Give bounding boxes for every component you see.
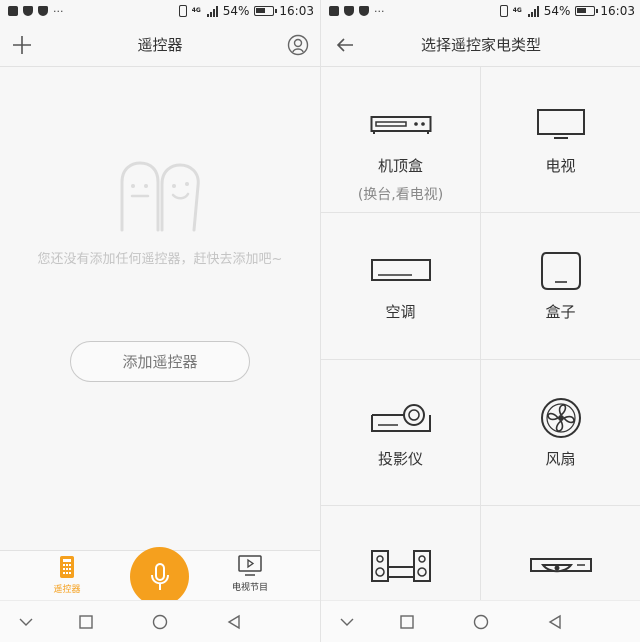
category-label: 盒子 (545, 303, 576, 321)
nav-hide-button[interactable] (337, 612, 357, 632)
back-button[interactable] (323, 22, 367, 67)
network-type: 4G (512, 7, 522, 14)
tv-play-icon (238, 555, 262, 576)
add-button[interactable] (0, 22, 44, 67)
category-set-top-box[interactable]: 机顶盒 (换台,看电视) (321, 67, 480, 213)
page-title: 选择遥控家电类型 (420, 35, 541, 54)
network-type: 4G (191, 7, 201, 14)
category-label: 机顶盒 (377, 157, 423, 175)
category-projector[interactable]: 投影仪 (321, 360, 480, 506)
dvd-player-icon (529, 558, 592, 573)
header: 遥控器 (0, 22, 320, 67)
back-arrow-icon (336, 37, 353, 52)
audio-system-icon (370, 550, 431, 582)
system-nav-bar (0, 600, 320, 642)
voice-button[interactable] (130, 547, 189, 606)
home-icon (473, 614, 489, 630)
nav-recent-button[interactable] (76, 612, 96, 632)
category-air-conditioner[interactable]: 空调 (321, 213, 480, 359)
system-nav-bar (321, 600, 640, 642)
nav-home-button[interactable] (150, 612, 170, 632)
shield-icon (23, 6, 33, 16)
signal-icon (527, 5, 539, 17)
clock: 16:03 (600, 4, 635, 18)
plus-icon (13, 35, 31, 54)
home-icon (152, 614, 168, 630)
security-icon (38, 6, 48, 16)
battery-icon (254, 6, 278, 16)
status-bar: ··· 4G 54% 16:03 (0, 0, 320, 22)
tab-tv-programs-label: 电视节目 (231, 583, 268, 593)
tv-icon (536, 109, 585, 139)
remote-icon (60, 556, 74, 578)
category-sub-label: (换台,看电视) (357, 187, 444, 203)
category-tv[interactable]: 电视 (481, 67, 640, 213)
recent-apps-icon (400, 615, 414, 629)
status-bar: ··· 4G 54% 16:03 (321, 0, 640, 22)
back-triangle-icon (227, 614, 240, 630)
category-label: 电视 (545, 157, 576, 175)
image-notification-icon (8, 6, 18, 16)
more-notifications: ··· (374, 4, 385, 18)
set-top-box-icon (370, 116, 431, 134)
account-button[interactable] (276, 22, 320, 67)
nav-back-button[interactable] (545, 612, 565, 632)
fan-icon (540, 398, 581, 438)
battery-icon (575, 6, 599, 16)
category-label: 空调 (385, 303, 416, 321)
user-circle-icon (287, 34, 309, 55)
battery-percent: 54% (222, 4, 250, 18)
remote-list-screen: ··· 4G 54% 16:03 遥控器 您还没有添加任何遥控器，赶快去添加吧~… (0, 0, 320, 642)
back-chevron-icon (340, 618, 354, 626)
tab-remote-label: 遥控器 (53, 585, 81, 595)
category-box[interactable]: 盒子 (481, 213, 640, 359)
battery-percent: 54% (543, 4, 571, 18)
category-label: 投影仪 (377, 450, 423, 468)
security-icon (359, 6, 369, 16)
vibrate-icon (499, 5, 508, 17)
signal-icon (206, 5, 218, 17)
empty-state-illustration (120, 161, 200, 232)
nav-recent-button[interactable] (397, 612, 417, 632)
tab-remote[interactable]: 遥控器 (27, 551, 107, 601)
empty-message: 您还没有添加任何遥控器，赶快去添加吧~ (37, 252, 283, 267)
projector-icon (370, 404, 431, 432)
select-device-type-screen: ··· 4G 54% 16:03 选择遥控家电类型 机顶盒 (换台,看电视) 电… (320, 0, 640, 642)
vibrate-icon (178, 5, 187, 17)
page-title: 遥控器 (137, 35, 183, 54)
image-notification-icon (329, 6, 339, 16)
nav-hide-button[interactable] (16, 612, 36, 632)
category-label: 风扇 (545, 450, 576, 468)
nav-back-button[interactable] (224, 612, 244, 632)
header: 选择遥控家电类型 (321, 22, 640, 67)
back-chevron-icon (19, 618, 33, 626)
microphone-icon (150, 562, 169, 590)
category-fan[interactable]: 风扇 (481, 360, 640, 506)
tab-tv-programs[interactable]: 电视节目 (210, 551, 290, 601)
add-remote-button[interactable]: 添加遥控器 (70, 341, 250, 382)
back-triangle-icon (548, 614, 561, 630)
shield-icon (344, 6, 354, 16)
box-icon (540, 252, 581, 290)
more-notifications: ··· (53, 4, 64, 18)
recent-apps-icon (79, 615, 93, 629)
clock: 16:03 (279, 4, 314, 18)
air-conditioner-icon (370, 259, 431, 281)
nav-home-button[interactable] (471, 612, 491, 632)
